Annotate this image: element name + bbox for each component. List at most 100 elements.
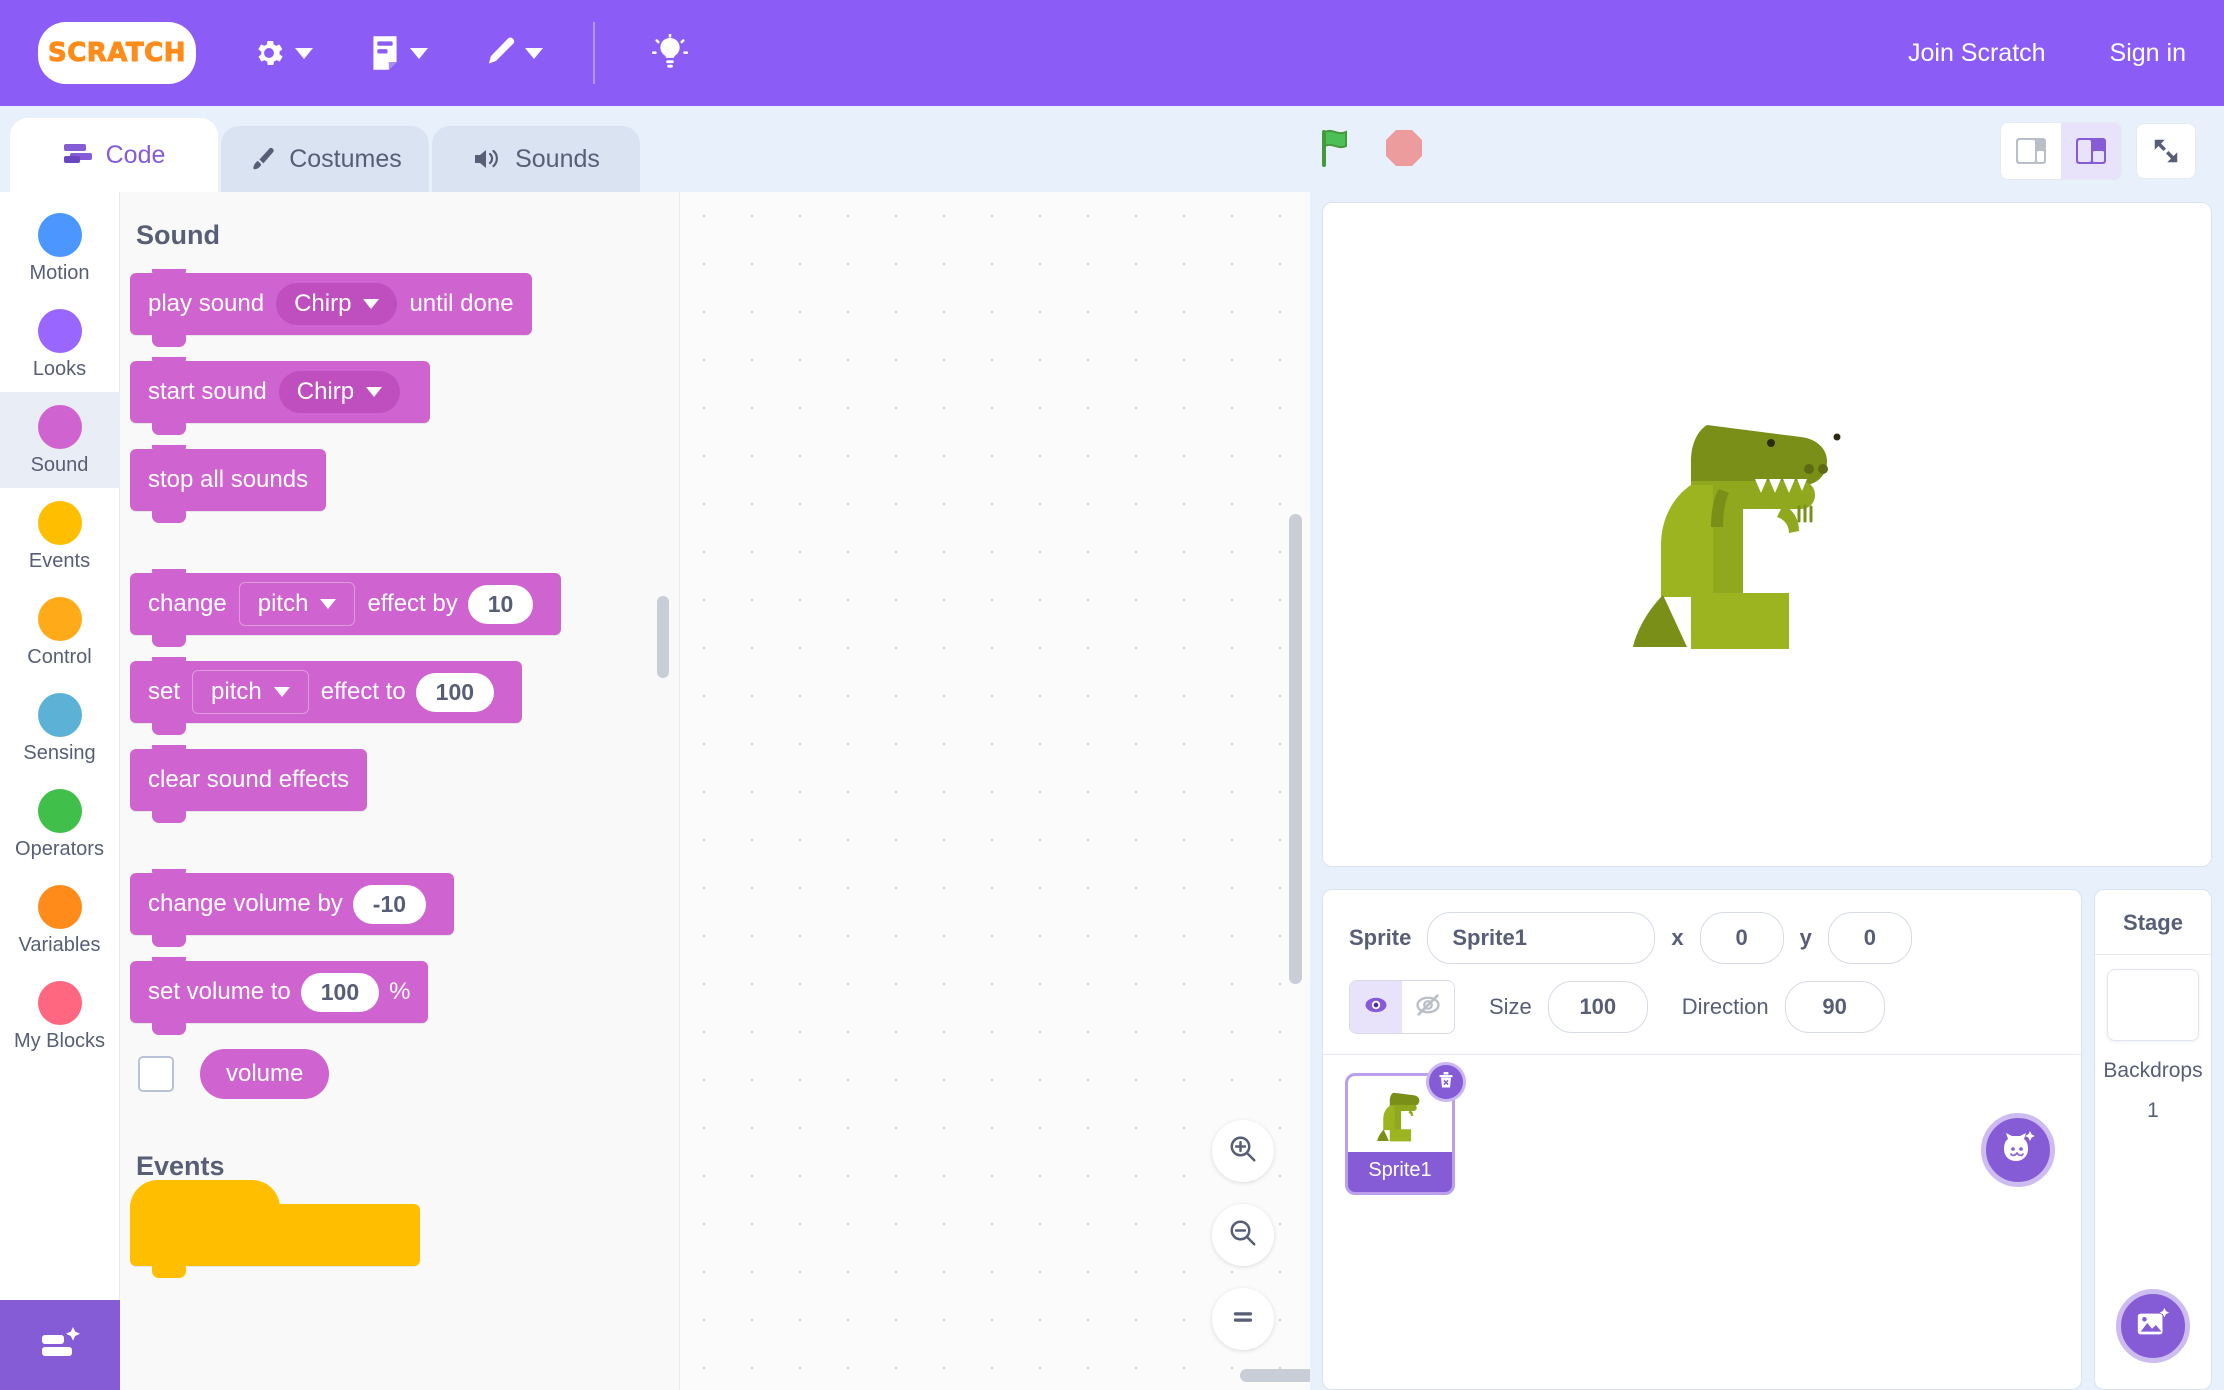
stage-controls [1318,126,1424,170]
sprite-pane: Sprite Sprite1 x 0 y 0 [1322,889,2082,1390]
tab-code[interactable]: Code [10,118,218,192]
category-looks[interactable]: Looks [0,296,120,392]
tab-sounds-label: Sounds [515,145,600,174]
block-start-sound[interactable]: start sound Chirp [130,361,430,423]
block-play-sound-until-done[interactable]: play sound Chirp until done [130,273,532,335]
stop-button[interactable] [1384,128,1424,168]
category-color-dot [38,501,82,545]
category-sidebar: Motion Looks Sound Events Control Sensin… [0,192,120,1390]
zoom-out-icon [1228,1218,1258,1253]
category-events[interactable]: Events [0,488,120,584]
category-sound[interactable]: Sound [0,392,120,488]
zoom-in-icon [1228,1134,1258,1169]
sign-in-button[interactable]: Sign in [2110,39,2186,68]
fullscreen-button[interactable] [2136,123,2196,179]
settings-menu[interactable] [252,36,313,70]
zoom-out-button[interactable] [1212,1204,1274,1266]
volume-monitor-checkbox[interactable] [138,1056,174,1092]
large-stage-button[interactable] [2061,123,2121,179]
block-change-volume-by[interactable]: change volume by -10 [130,873,454,935]
scratch-logo[interactable]: SCRATCH [38,22,196,84]
block-volume-reporter[interactable]: volume [200,1049,329,1099]
category-sensing[interactable]: Sensing [0,680,120,776]
green-flag-button[interactable] [1318,126,1360,170]
effect-dropdown[interactable]: pitch [192,670,309,714]
palette-scrollbar[interactable] [657,596,669,678]
block-when-flag-clicked-palette[interactable] [130,1204,420,1266]
add-sprite-button[interactable] [1981,1113,2055,1187]
block-palette[interactable]: Sound play sound Chirp until done start … [120,192,680,1390]
small-stage-button[interactable] [2001,123,2061,179]
zoom-reset-button[interactable] [1212,1288,1274,1350]
menu-bar: SCRATCH [0,0,2224,106]
hide-sprite-button[interactable] [1402,981,1454,1033]
block-label: start sound [148,378,267,406]
category-color-dot [38,885,82,929]
stage-size-group [2000,122,2122,180]
stage-column: Sprite Sprite1 x 0 y 0 [1310,192,2224,1390]
volume-delta-input[interactable]: -10 [353,885,426,924]
size-input[interactable]: 100 [1548,981,1648,1033]
sprite-name-input[interactable]: Sprite1 [1427,912,1655,964]
code-icon [63,142,93,168]
stage-thumbnail-wrap[interactable] [2095,955,2211,1041]
account-nav: Join Scratch Sign in [1844,39,2186,68]
direction-input[interactable]: 90 [1785,981,1885,1033]
zoom-in-button[interactable] [1212,1120,1274,1182]
category-label: Control [27,646,91,669]
x-input[interactable]: 0 [1700,912,1784,964]
palette-section-header-events: Events [136,1151,679,1182]
sound-dropdown[interactable]: Chirp [276,283,397,325]
sprite-card-sprite1[interactable]: Sprite1 [1345,1073,1455,1195]
block-stop-all-sounds[interactable]: stop all sounds [130,449,326,511]
chevron-down-icon [366,387,382,397]
category-variables[interactable]: Variables [0,872,120,968]
paintbrush-icon [248,145,276,173]
tab-costumes[interactable]: Costumes [221,126,429,192]
tutorials-button[interactable] [651,34,689,72]
edit-menu[interactable] [484,36,543,70]
tab-costumes-label: Costumes [289,145,402,174]
block-change-effect-by[interactable]: change pitch effect by 10 [130,573,561,635]
add-backdrop-icon [2134,1306,2172,1347]
effect-amount-input[interactable]: 10 [468,585,534,624]
volume-input[interactable]: 100 [301,973,379,1012]
block-label: set volume to [148,978,291,1006]
join-scratch-button[interactable]: Join Scratch [1908,39,2046,68]
category-label: My Blocks [14,1030,105,1053]
block-set-volume-to[interactable]: set volume to 100 % [130,961,428,1023]
hat-cap [130,1180,280,1208]
category-operators[interactable]: Operators [0,776,120,872]
category-label: Sound [31,454,89,477]
add-backdrop-button[interactable] [2116,1289,2190,1363]
add-extension-button[interactable] [0,1300,120,1390]
show-sprite-button[interactable] [1350,981,1402,1033]
file-menu[interactable] [369,35,428,71]
workspace-horizontal-scrollbar[interactable] [1240,1369,1310,1382]
stage-display[interactable] [1322,202,2212,867]
effect-value-input[interactable]: 100 [416,673,494,712]
block-set-effect-to[interactable]: set pitch effect to 100 [130,661,522,723]
delete-sprite-button[interactable] [1426,1062,1466,1102]
code-workspace[interactable]: when clicked play sound Chirp until [680,192,1310,1390]
category-color-dot [38,597,82,641]
category-color-dot [38,693,82,737]
tab-sounds[interactable]: Sounds [432,126,640,192]
stage-sprite-dinosaur[interactable] [1623,393,1853,658]
sound-dropdown[interactable]: Chirp [279,371,400,413]
category-my-blocks[interactable]: My Blocks [0,968,120,1064]
workspace-vertical-scrollbar[interactable] [1289,514,1302,984]
category-label: Looks [33,358,86,381]
block-clear-sound-effects[interactable]: clear sound effects [130,749,367,811]
category-label: Events [29,550,90,573]
effect-dropdown[interactable]: pitch [239,582,356,626]
sound-dropdown-value: Chirp [294,290,351,318]
block-label: set [148,678,180,706]
tab-code-label: Code [106,141,166,170]
sprite-card-label: Sprite1 [1348,1152,1452,1186]
chevron-down-icon [525,48,543,59]
y-input[interactable]: 0 [1828,912,1912,964]
category-control[interactable]: Control [0,584,120,680]
category-motion[interactable]: Motion [0,200,120,296]
category-label: Variables [19,934,101,957]
